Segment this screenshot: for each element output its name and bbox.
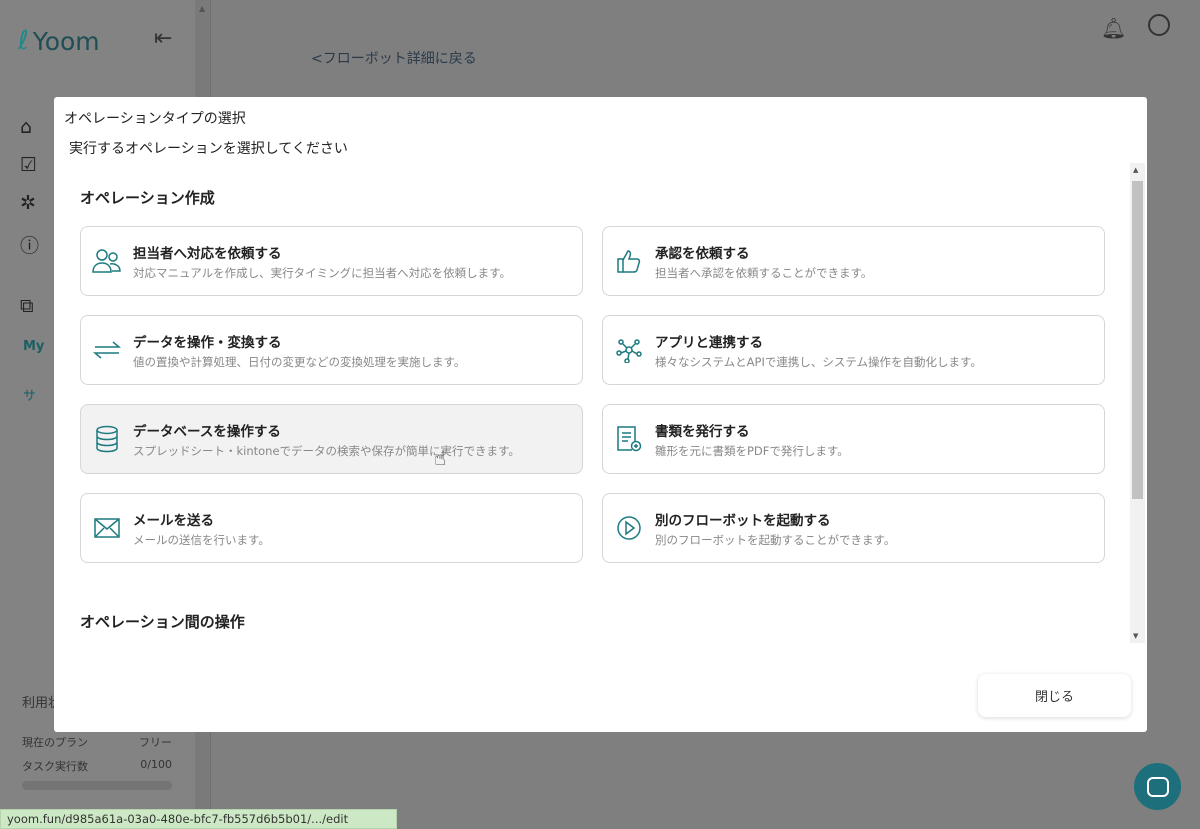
card-description: 担当者へ承認を依頼することができます。 — [655, 265, 873, 280]
card-title: 担当者へ対応を依頼する — [133, 245, 282, 262]
card-title: データベースを操作する — [133, 423, 281, 440]
card-text: データを操作・変換する値の置換や計算処理、日付の変更などの変換処理を実施します。 — [133, 331, 465, 370]
collapse-sidebar-icon[interactable]: ⇤ — [154, 26, 172, 51]
checkbox-icon[interactable]: ☑ — [20, 154, 37, 176]
card-text: アプリと連携する様々なシステムとAPIで連携し、システム操作を自動化します。 — [655, 331, 982, 370]
section-my[interactable]: My — [23, 339, 44, 354]
yoom-logo[interactable]: ℓ Yoom — [18, 26, 100, 56]
operation-card[interactable]: データベースを操作するスプレッドシート・kintoneでデータの検索や保存が簡単… — [80, 404, 583, 474]
section-create: オペレーション作成 — [80, 189, 215, 207]
card-title: アプリと連携する — [655, 334, 763, 351]
operation-card[interactable]: 書類を発行する雛形を元に書類をPDFで発行します。 — [602, 404, 1105, 474]
hand-cursor-icon: ☝ — [434, 446, 447, 470]
back-link[interactable]: <フローボット詳細に戻る — [311, 48, 477, 68]
card-description: スプレッドシート・kintoneでデータの検索や保存が簡単に実行できます。 — [133, 443, 520, 458]
copy-icon[interactable]: ⧉ — [20, 295, 34, 317]
operation-card[interactable]: 担当者へ対応を依頼する対応マニュアルを作成し、実行タイミングに担当者へ対応を依頼… — [80, 226, 583, 296]
tasks-row: タスク実行数 0/100 — [22, 758, 172, 774]
card-description: 値の置換や計算処理、日付の変更などの変換処理を実施します。 — [133, 354, 466, 369]
database-icon — [81, 425, 133, 453]
section-sub[interactable]: サ — [23, 385, 36, 404]
tasks-value: 0/100 — [140, 758, 172, 771]
document-icon — [603, 425, 655, 453]
close-button[interactable]: 閉じる — [978, 674, 1131, 717]
plan-label: 現在のプラン — [22, 736, 88, 749]
chat-icon — [1146, 776, 1169, 797]
thumbs-up-icon — [603, 248, 655, 274]
card-description: 対応マニュアルを作成し、実行タイミングに担当者へ対応を依頼します。 — [133, 265, 512, 280]
card-text: 担当者へ対応を依頼する対応マニュアルを作成し、実行タイミングに担当者へ対応を依頼… — [133, 242, 511, 281]
logo-mark-icon: ℓ — [18, 26, 29, 56]
play-circle-icon — [603, 515, 655, 541]
operation-card[interactable]: データを操作・変換する値の置換や計算処理、日付の変更などの変換処理を実施します。 — [80, 315, 583, 385]
mail-icon — [81, 517, 133, 539]
card-title: メールを送る — [133, 512, 214, 529]
card-text: 書類を発行する雛形を元に書類をPDFで発行します。 — [655, 420, 849, 459]
card-title: 承認を依頼する — [655, 245, 750, 262]
network-icon[interactable]: ✲ — [20, 192, 36, 214]
card-title: データを操作・変換する — [133, 334, 282, 351]
modal-subtitle: 実行するオペレーションを選択してください — [69, 141, 348, 157]
card-description: 雛形を元に書類をPDFで発行します。 — [655, 443, 849, 458]
home-icon[interactable]: ⌂ — [20, 116, 32, 138]
status-url: yoom.fun/d985a61a-03a0-480e-bfc7-fb557d6… — [0, 809, 397, 829]
tasks-progress-bar — [22, 781, 172, 790]
modal-content: オペレーション作成 担当者へ対応を依頼する対応マニュアルを作成し、実行タイミング… — [54, 163, 1132, 643]
network-icon — [603, 337, 655, 363]
card-text: 承認を依頼する担当者へ承認を依頼することができます。 — [655, 242, 872, 281]
modal-scrollbar[interactable]: ▲ ▼ — [1130, 163, 1145, 643]
section-between: オペレーション間の操作 — [80, 613, 245, 631]
swap-arrows-icon — [81, 340, 133, 360]
chat-button[interactable] — [1134, 763, 1181, 810]
operation-card[interactable]: アプリと連携する様々なシステムとAPIで連携し、システム操作を自動化します。 — [602, 315, 1105, 385]
scrollbar-thumb[interactable] — [1132, 181, 1143, 499]
card-description: 様々なシステムとAPIで連携し、システム操作を自動化します。 — [655, 354, 982, 369]
modal-title: オペレーションタイプの選択 — [64, 111, 246, 127]
card-text: メールを送るメールの送信を行います。 — [133, 509, 270, 548]
card-title: 別のフローボットを起動する — [655, 512, 831, 529]
card-title: 書類を発行する — [655, 423, 750, 440]
tasks-label: タスク実行数 — [22, 760, 88, 773]
logo-text: Yoom — [32, 26, 100, 56]
card-text: 別のフローボットを起動する別のフローボットを起動することができます。 — [655, 509, 895, 548]
operation-card[interactable]: 別のフローボットを起動する別のフローボットを起動することができます。 — [602, 493, 1105, 563]
help-icon[interactable]: ⓘ — [20, 231, 39, 258]
bell-icon[interactable]: 🔔︎ — [1101, 16, 1126, 40]
card-text: データベースを操作するスプレッドシート・kintoneでデータの検索や保存が簡単… — [133, 420, 520, 459]
operation-card[interactable]: 承認を依頼する担当者へ承認を依頼することができます。 — [602, 226, 1105, 296]
card-description: メールの送信を行います。 — [133, 532, 270, 547]
user-icon[interactable] — [1148, 14, 1170, 36]
operation-type-modal: オペレーションタイプの選択 実行するオペレーションを選択してください オペレーシ… — [54, 97, 1147, 732]
plan-value: フリー — [139, 736, 172, 749]
card-description: 別のフローボットを起動することができます。 — [655, 532, 896, 547]
plan-row: 現在のプラン フリー — [22, 734, 172, 750]
users-icon — [81, 248, 133, 274]
operation-card[interactable]: メールを送るメールの送信を行います。 — [80, 493, 583, 563]
